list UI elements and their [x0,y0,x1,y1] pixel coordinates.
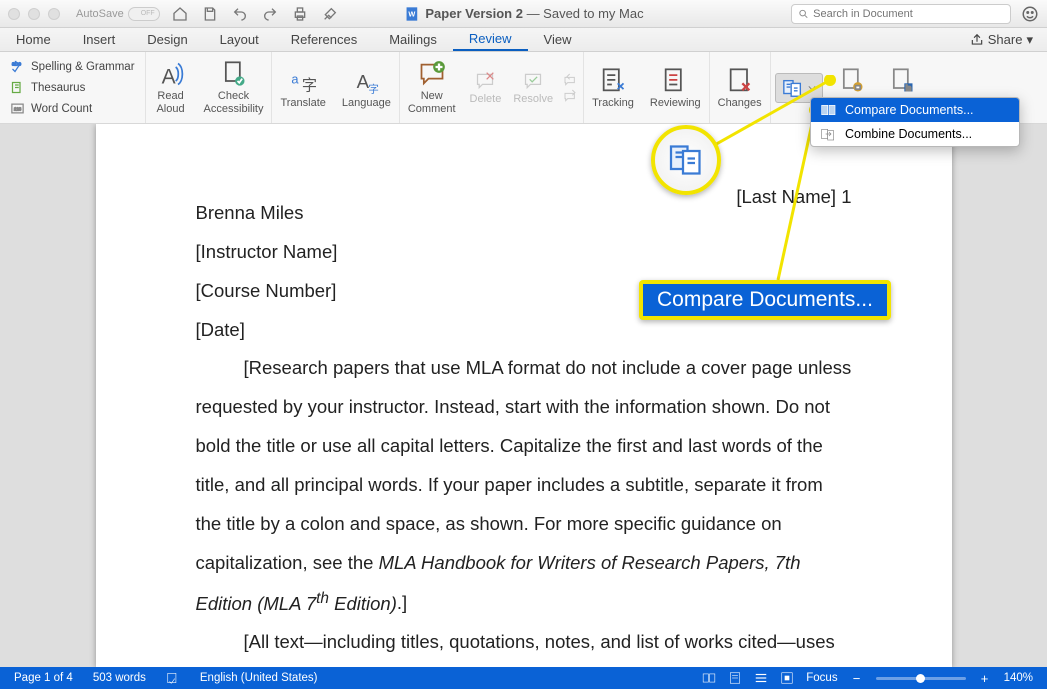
svg-text:in: in [905,85,911,92]
new-comment-button[interactable]: New Comment [400,56,464,118]
tab-home[interactable]: Home [0,28,67,51]
svg-text:字: 字 [369,82,380,94]
zoom-slider[interactable] [876,677,966,680]
svg-text:A: A [161,66,175,89]
print-icon[interactable] [292,6,308,22]
tab-design[interactable]: Design [131,28,203,51]
next-comment-icon[interactable] [563,88,579,104]
chevron-down-icon [808,84,816,92]
title-bar: AutoSave OFF W Paper Version 2 — Saved t… [0,0,1047,28]
tab-mailings[interactable]: Mailings [373,28,453,51]
tab-layout[interactable]: Layout [204,28,275,51]
document-canvas[interactable]: [Last Name] 1 Brenna Miles [Instructor N… [0,124,1047,667]
delete-comment-button[interactable]: Delete [464,71,508,105]
tab-insert[interactable]: Insert [67,28,132,51]
proofing-group: abcSpelling & Grammar Thesaurus 123Word … [0,52,146,123]
linked-icon: in [888,67,916,95]
ribbon-tabs: Home Insert Design Layout References Mai… [0,28,1047,52]
tracking-button[interactable]: Tracking [584,63,642,113]
protect-icon [838,67,866,95]
tracking-icon [599,67,627,95]
minimize-window-icon[interactable] [28,8,40,20]
svg-text:a: a [292,71,300,86]
accessibility-icon [220,60,248,88]
status-page[interactable]: Page 1 of 4 [14,672,73,684]
doc-line-instructor: [Instructor Name] [196,233,852,272]
resolve-comment-button[interactable]: Resolve [507,71,559,105]
tab-view[interactable]: View [528,28,588,51]
focus-icon [780,671,794,685]
spelling-button[interactable]: abcSpelling & Grammar [10,58,135,75]
reviewing-icon [661,67,689,95]
read-aloud-icon: A [157,60,185,88]
style-icon[interactable] [322,6,338,22]
document-page[interactable]: [Last Name] 1 Brenna Miles [Instructor N… [96,124,952,667]
language-button[interactable]: A字 Language [334,63,399,113]
reviewing-button[interactable]: Reviewing [642,63,709,113]
autosave-label: AutoSave [76,8,124,20]
search-input[interactable] [791,4,1011,24]
status-focus[interactable]: Focus [806,672,837,684]
search-icon [798,8,809,20]
prev-comment-icon[interactable] [563,72,579,88]
comment-icon [418,60,446,88]
home-icon[interactable] [172,6,188,22]
share-icon [970,33,984,47]
word-doc-icon: W [403,6,419,22]
spellcheck-status-icon[interactable] [166,671,180,685]
print-layout-icon[interactable] [728,671,742,685]
svg-text:123: 123 [14,106,22,111]
callout-compare-icon [651,125,721,195]
compare-docs-icon [821,103,837,117]
doc-paragraph-2: [All text—including titles, quotations, … [196,623,852,667]
zoom-in-button[interactable]: + [978,671,992,685]
thesaurus-button[interactable]: Thesaurus [10,79,135,96]
status-words[interactable]: 503 words [93,672,146,684]
maximize-window-icon[interactable] [48,8,60,20]
changes-icon [726,67,754,95]
svg-text:W: W [408,9,415,18]
read-aloud-button[interactable]: A Read Aloud [146,56,196,118]
share-button[interactable]: Share ▾ [956,28,1047,51]
tab-references[interactable]: References [275,28,373,51]
undo-icon[interactable] [232,6,248,22]
changes-button[interactable]: Changes [710,63,770,113]
save-icon[interactable] [202,6,218,22]
compare-documents-item[interactable]: Compare Documents... [811,98,1019,122]
svg-text:字: 字 [302,77,317,94]
header-lastname: [Last Name] 1 [736,178,851,217]
language-icon: A字 [352,67,380,95]
callout-compare-label: Compare Documents... [639,280,891,320]
check-accessibility-button[interactable]: Check Accessibility [196,56,272,118]
close-window-icon[interactable] [8,8,20,20]
doc-paragraph-1: [Research papers that use MLA format do … [196,349,852,623]
web-layout-icon[interactable] [754,671,768,685]
window-controls [8,8,60,20]
zoom-level[interactable]: 140% [1004,672,1033,684]
translate-icon: a字 [289,67,317,95]
read-mode-icon[interactable] [702,671,716,685]
feedback-icon[interactable] [1021,5,1039,23]
combine-docs-icon [821,127,837,141]
zoom-out-button[interactable]: − [850,671,864,685]
translate-button[interactable]: a字 Translate [272,63,333,113]
combine-documents-item[interactable]: Combine Documents... [811,122,1019,146]
compare-dropdown: Compare Documents... Combine Documents..… [810,97,1020,147]
compare-icon [782,77,804,99]
status-language[interactable]: English (United States) [200,672,318,684]
redo-icon[interactable] [262,6,278,22]
status-bar: Page 1 of 4 503 words English (United St… [0,667,1047,689]
wordcount-button[interactable]: 123Word Count [10,100,135,117]
quick-access-toolbar [172,6,338,22]
document-title: W Paper Version 2 — Saved to my Mac [403,6,643,22]
svg-text:abc: abc [12,61,21,67]
tab-review[interactable]: Review [453,28,528,51]
autosave-toggle[interactable]: AutoSave OFF [76,7,160,21]
